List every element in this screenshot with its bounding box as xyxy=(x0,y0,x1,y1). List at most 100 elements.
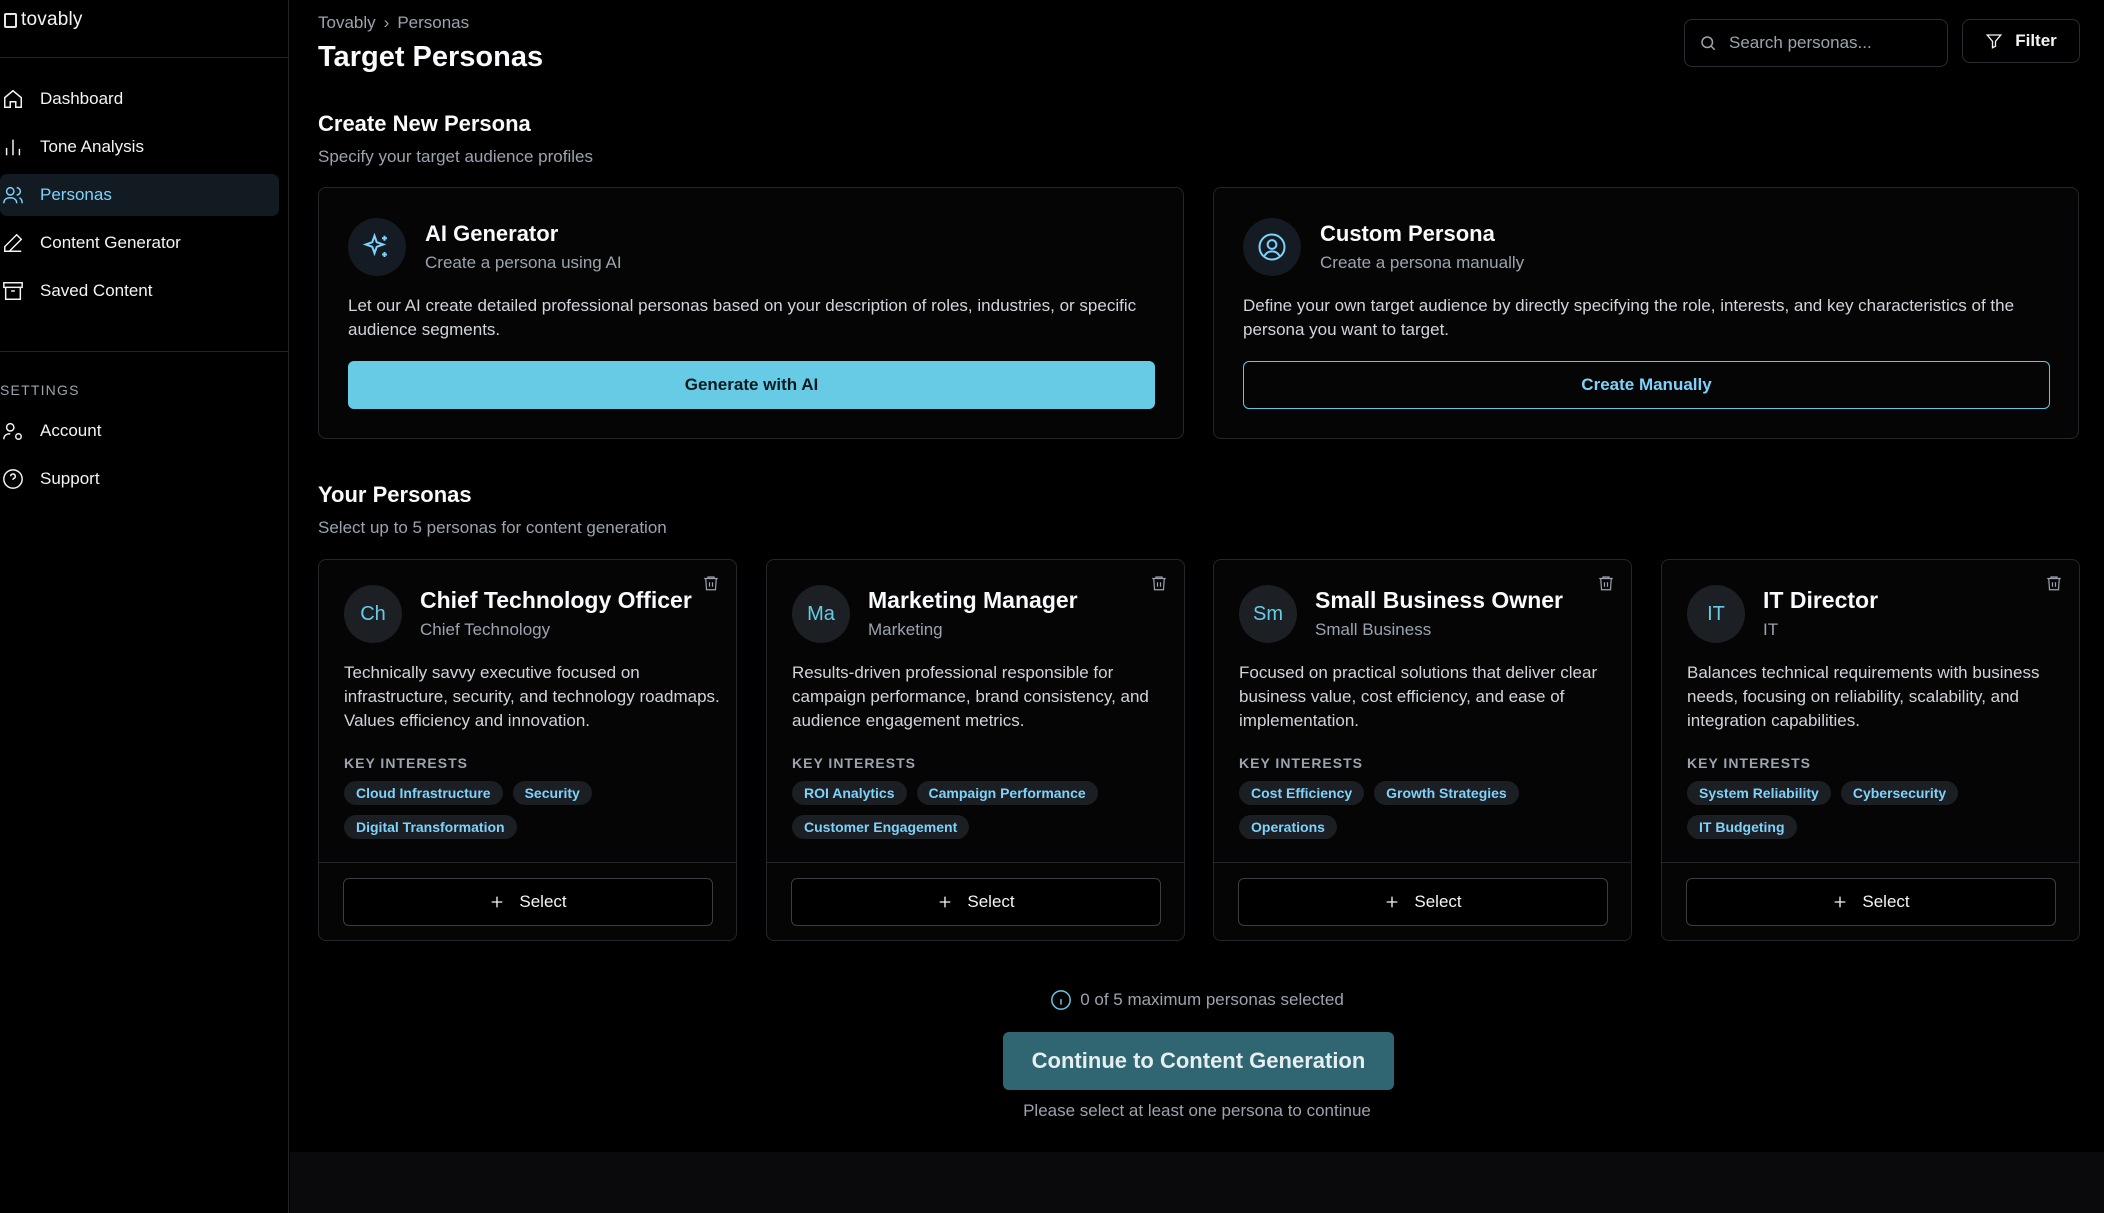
interest-tag: System Reliability xyxy=(1687,781,1831,805)
pen-icon xyxy=(4,233,23,252)
custom-persona-card: Custom Persona Create a persona manually… xyxy=(1213,187,2079,439)
info-icon xyxy=(1051,990,1072,1010)
filter-button[interactable]: Filter xyxy=(1962,19,2080,63)
create-section-subtitle: Specify your target audience profiles xyxy=(318,147,593,166)
filter-label: Filter xyxy=(2015,31,2057,50)
interest-tag: Digital Transformation xyxy=(344,815,517,839)
interest-tag: Customer Engagement xyxy=(792,815,970,839)
users-icon xyxy=(3,186,23,204)
breadcrumb-item-current: Personas xyxy=(397,13,470,32)
sidebar-item-saved-content[interactable]: Saved Content xyxy=(0,270,279,312)
select-label: Select xyxy=(519,892,567,911)
page-footer-band xyxy=(290,1152,2104,1213)
app-name: tovably xyxy=(21,9,83,30)
helper-text: Please select at least one persona to co… xyxy=(1023,1101,1371,1120)
continue-button[interactable]: Continue to Content Generation xyxy=(1003,1032,1394,1090)
sidebar-item-account[interactable]: Account xyxy=(0,410,279,452)
persona-card-cto: Ch Chief Technology Officer Chief Techno… xyxy=(318,559,737,941)
ai-generator-card: AI Generator Create a persona using AI L… xyxy=(318,187,1184,439)
select-persona-button[interactable]: Select xyxy=(343,878,713,926)
persona-card-small-business-owner: Sm Small Business Owner Small Business F… xyxy=(1213,559,1632,941)
persona-title: Chief Technology Officer xyxy=(420,587,692,613)
persona-card-marketing-manager: Ma Marketing Manager Marketing Results-d… xyxy=(766,559,1185,941)
select-label: Select xyxy=(967,892,1015,911)
sidebar: tovably Dashboard Tone Analysis Personas… xyxy=(0,0,289,1213)
interest-tags: Cost Efficiency Growth Strategies Operat… xyxy=(1239,781,1619,839)
logo-mark-icon xyxy=(4,12,17,28)
sidebar-divider xyxy=(0,351,288,352)
app-logo[interactable]: tovably xyxy=(4,8,83,32)
sidebar-item-dashboard[interactable]: Dashboard xyxy=(0,78,279,120)
interest-tag: Cost Efficiency xyxy=(1239,781,1365,805)
ai-generator-description: Let our AI create detailed professional … xyxy=(348,296,1137,339)
ai-generator-icon-wrap xyxy=(348,218,406,276)
persona-description: Results-driven professional responsible … xyxy=(792,663,1149,730)
interest-tag: Cybersecurity xyxy=(1840,781,1959,805)
breadcrumb-separator: › xyxy=(383,13,390,32)
interest-tag: ROI Analytics xyxy=(792,781,907,805)
sidebar-item-label: Personas xyxy=(40,185,112,204)
home-icon xyxy=(4,89,22,108)
persona-subtitle: Chief Technology xyxy=(420,620,551,639)
trash-icon xyxy=(1152,576,1166,591)
user-cog-icon xyxy=(3,422,22,440)
custom-persona-description: Define your own target audience by direc… xyxy=(1243,296,2015,339)
sidebar-item-support[interactable]: Support xyxy=(0,458,279,500)
bar-chart-icon xyxy=(5,139,21,156)
interest-tag: Growth Strategies xyxy=(1374,781,1519,805)
search-input[interactable] xyxy=(1729,33,1929,53)
interest-tags: Cloud Infrastructure Security Digital Tr… xyxy=(344,781,724,839)
persona-subtitle: Small Business xyxy=(1315,620,1432,639)
interest-tag: Security xyxy=(512,781,592,805)
help-circle-icon xyxy=(3,469,23,489)
create-manually-button[interactable]: Create Manually xyxy=(1243,361,2050,409)
delete-persona-button[interactable] xyxy=(1597,574,1617,594)
create-section-title: Create New Persona xyxy=(318,111,531,136)
interest-tag: Campaign Performance xyxy=(916,781,1098,805)
interest-tags: System Reliability Cybersecurity IT Budg… xyxy=(1687,781,2067,839)
custom-persona-subtitle: Create a persona manually xyxy=(1320,253,1525,272)
avatar: Ch xyxy=(344,585,402,643)
custom-persona-title: Custom Persona xyxy=(1320,221,1495,246)
sidebar-item-personas[interactable]: Personas xyxy=(0,174,279,216)
avatar: IT xyxy=(1687,585,1745,643)
breadcrumb-item-home[interactable]: Tovably xyxy=(318,13,376,33)
select-persona-button[interactable]: Select xyxy=(1238,878,1608,926)
delete-persona-button[interactable] xyxy=(1150,574,1170,594)
key-interests-label: KEY INTERESTS xyxy=(1239,755,1363,771)
search-box[interactable] xyxy=(1684,19,1948,67)
personas-section-subtitle: Select up to 5 personas for content gene… xyxy=(318,518,667,537)
sidebar-item-content-generator[interactable]: Content Generator xyxy=(0,222,279,264)
delete-persona-button[interactable] xyxy=(702,574,722,594)
sidebar-item-tone-analysis[interactable]: Tone Analysis xyxy=(0,126,279,168)
persona-subtitle: Marketing xyxy=(868,620,943,639)
persona-card-it-director: IT IT Director IT Balances technical req… xyxy=(1661,559,2080,941)
select-label: Select xyxy=(1862,892,1910,911)
personas-section-title: Your Personas xyxy=(318,482,472,507)
persona-subtitle: IT xyxy=(1763,620,1779,639)
select-persona-button[interactable]: Select xyxy=(1686,878,2056,926)
persona-description: Balances technical requirements with bus… xyxy=(1687,663,2040,730)
search-icon xyxy=(1701,36,1716,51)
custom-persona-icon-wrap xyxy=(1243,218,1301,276)
interest-tag: IT Budgeting xyxy=(1687,815,1797,839)
avatar: Ma xyxy=(792,585,850,643)
persona-description: Technically savvy executive focused on i… xyxy=(344,663,720,730)
key-interests-label: KEY INTERESTS xyxy=(792,755,916,771)
delete-persona-button[interactable] xyxy=(2045,574,2065,594)
interest-tag: Cloud Infrastructure xyxy=(344,781,503,805)
card-divider xyxy=(1662,862,2079,863)
select-persona-button[interactable]: Select xyxy=(791,878,1161,926)
trash-icon xyxy=(2047,576,2061,591)
card-divider xyxy=(319,862,736,863)
selection-status-text: 0 of 5 maximum personas selected xyxy=(1080,990,1344,1009)
selection-status: 0 of 5 maximum personas selected xyxy=(290,989,2104,1011)
interest-tags: ROI Analytics Campaign Performance Custo… xyxy=(792,781,1172,839)
breadcrumb: Tovably › Personas xyxy=(318,13,469,33)
avatar: Sm xyxy=(1239,585,1297,643)
plus-icon xyxy=(1835,896,1846,908)
page-title: Target Personas xyxy=(318,41,544,73)
generate-with-ai-button[interactable]: Generate with AI xyxy=(348,361,1155,409)
sidebar-item-label: Saved Content xyxy=(40,281,153,300)
main-content: Tovably › Personas Target Personas Filte… xyxy=(290,0,2104,1152)
